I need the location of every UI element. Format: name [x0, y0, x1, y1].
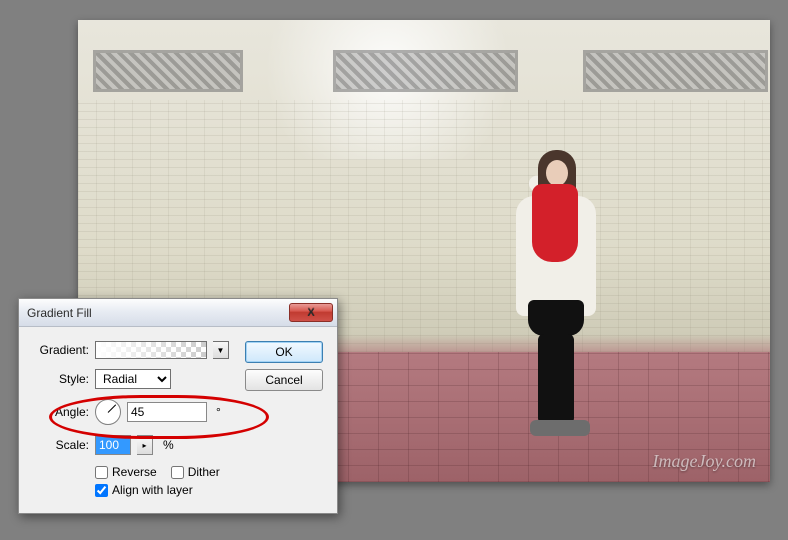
dither-label: Dither: [188, 465, 220, 479]
align-checkbox[interactable]: Align with layer: [95, 483, 231, 497]
scale-label: Scale:: [33, 438, 89, 452]
watermark-text: ImageJoy.com: [653, 451, 756, 472]
dialog-titlebar[interactable]: Gradient Fill X: [19, 299, 337, 327]
close-button[interactable]: X: [289, 303, 333, 322]
reverse-label: Reverse: [112, 465, 157, 479]
reverse-checkbox-input[interactable]: [95, 466, 108, 479]
close-icon: X: [307, 307, 314, 319]
reverse-checkbox[interactable]: Reverse: [95, 465, 157, 479]
align-label: Align with layer: [112, 483, 193, 497]
vent-grille: [583, 50, 768, 92]
style-label: Style:: [33, 372, 89, 386]
scale-input[interactable]: [95, 435, 131, 455]
dither-checkbox[interactable]: Dither: [171, 465, 220, 479]
gradient-label: Gradient:: [33, 343, 89, 357]
ok-button[interactable]: OK: [245, 341, 323, 363]
scale-unit: %: [163, 438, 174, 452]
dialog-title: Gradient Fill: [27, 306, 92, 320]
gradient-dropdown-arrow[interactable]: ▼: [213, 341, 229, 359]
angle-input[interactable]: [127, 402, 207, 422]
gradient-fill-dialog: Gradient Fill X Gradient: ▼ Style: Radia…: [18, 298, 338, 514]
dither-checkbox-input[interactable]: [171, 466, 184, 479]
style-select[interactable]: Radial: [95, 369, 171, 389]
gradient-swatch[interactable]: [95, 341, 207, 359]
cancel-button[interactable]: Cancel: [245, 369, 323, 391]
vent-grille: [93, 50, 243, 92]
angle-unit: °: [216, 405, 221, 419]
align-checkbox-input[interactable]: [95, 484, 108, 497]
person-figure: [498, 150, 608, 440]
angle-dial[interactable]: [95, 399, 121, 425]
angle-label: Angle:: [33, 405, 89, 419]
scale-stepper[interactable]: ▸: [137, 435, 153, 455]
vent-grille: [333, 50, 518, 92]
